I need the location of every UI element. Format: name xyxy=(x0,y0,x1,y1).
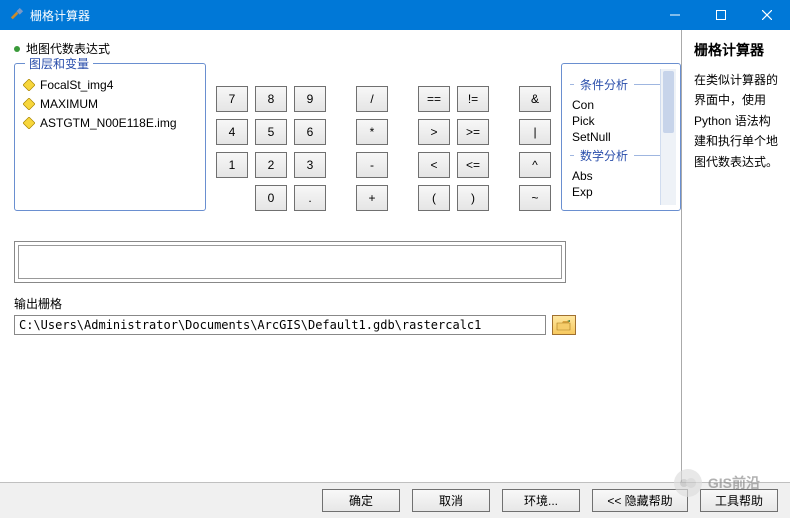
layer-item[interactable]: ASTGTM_N00E118E.img xyxy=(21,114,199,133)
tool-help-button[interactable]: 工具帮助 xyxy=(700,489,778,512)
expression-box xyxy=(14,241,566,283)
section-heading: 地图代数表达式 xyxy=(14,40,681,57)
key-7[interactable]: 7 xyxy=(216,86,248,112)
tool-category-title: 数学分析 xyxy=(580,147,628,164)
layers-list[interactable]: FocalSt_img4 MAXIMUM ASTGTM_N00E118E.img xyxy=(21,76,199,133)
bottom-bar: 确定 取消 环境... << 隐藏帮助 工具帮助 xyxy=(0,482,790,518)
layer-item[interactable]: FocalSt_img4 xyxy=(21,76,199,95)
title-bar: 栅格计算器 xyxy=(0,0,790,30)
bullet-icon xyxy=(14,46,20,52)
key-9[interactable]: 9 xyxy=(294,86,326,112)
raster-icon xyxy=(23,98,35,110)
environments-button[interactable]: 环境... xyxy=(502,489,580,512)
key-)[interactable]: ) xyxy=(457,185,489,211)
browse-button[interactable] xyxy=(552,315,576,335)
raster-icon xyxy=(23,117,35,129)
key-/[interactable]: / xyxy=(356,86,388,112)
output-label: 输出栅格 xyxy=(14,295,576,312)
key-*[interactable]: * xyxy=(356,119,388,145)
key-&[interactable]: & xyxy=(519,86,551,112)
help-body: 在类似计算器的界面中，使用 Python 语法构建和执行单个地图代数表达式。 xyxy=(694,70,780,172)
layer-name: MAXIMUM xyxy=(40,97,98,111)
key-!=[interactable]: != xyxy=(457,86,489,112)
hide-help-button[interactable]: << 隐藏帮助 xyxy=(592,489,688,512)
upper-row: 图层和变量 FocalSt_img4 MAXIMUM ASTGTM_N00E11… xyxy=(14,63,681,233)
key-5[interactable]: 5 xyxy=(255,119,287,145)
key-6[interactable]: 6 xyxy=(294,119,326,145)
key-<[interactable]: < xyxy=(418,152,450,178)
app-icon xyxy=(8,7,24,23)
key->=[interactable]: >= xyxy=(457,119,489,145)
ok-button[interactable]: 确定 xyxy=(322,489,400,512)
layer-name: FocalSt_img4 xyxy=(40,78,113,92)
help-title: 栅格计算器 xyxy=(694,40,780,60)
key-+[interactable]: + xyxy=(356,185,388,211)
pane-resizer[interactable] xyxy=(679,30,685,482)
key-|[interactable]: | xyxy=(519,119,551,145)
window-title: 栅格计算器 xyxy=(30,7,90,24)
maximize-button[interactable] xyxy=(698,0,744,30)
key-~[interactable]: ~ xyxy=(519,185,551,211)
window-controls xyxy=(652,0,790,30)
key-^[interactable]: ^ xyxy=(519,152,551,178)
output-row: 输出栅格 xyxy=(14,295,576,335)
key--[interactable]: - xyxy=(356,152,388,178)
key->[interactable]: > xyxy=(418,119,450,145)
output-path-input[interactable] xyxy=(14,315,546,335)
key-2[interactable]: 2 xyxy=(255,152,287,178)
key-3[interactable]: 3 xyxy=(294,152,326,178)
folder-icon xyxy=(556,319,572,332)
key-([interactable]: ( xyxy=(418,185,450,211)
cancel-button[interactable]: 取消 xyxy=(412,489,490,512)
minimize-button[interactable] xyxy=(652,0,698,30)
key-8[interactable]: 8 xyxy=(255,86,287,112)
layers-legend: 图层和变量 xyxy=(25,55,93,72)
key-1[interactable]: 1 xyxy=(216,152,248,178)
key-4[interactable]: 4 xyxy=(216,119,248,145)
layer-name: ASTGTM_N00E118E.img xyxy=(40,116,177,130)
help-pane: 栅格计算器 在类似计算器的界面中，使用 Python 语法构建和执行单个地图代数… xyxy=(681,30,790,482)
raster-icon xyxy=(23,79,35,91)
key-<=[interactable]: <= xyxy=(457,152,489,178)
left-pane: 地图代数表达式 图层和变量 FocalSt_img4 MAXIMUM xyxy=(0,30,681,482)
tools-scrollbar[interactable] xyxy=(660,69,676,205)
expression-input[interactable] xyxy=(18,245,562,279)
key-0[interactable]: 0 xyxy=(255,185,287,211)
calculator-keypad: 789 / == != & 456 * > >= | 123 - < <= ^ 0. + () ~ xyxy=(216,63,551,233)
tool-category-title: 条件分析 xyxy=(580,76,628,93)
layer-item[interactable]: MAXIMUM xyxy=(21,95,199,114)
close-button[interactable] xyxy=(744,0,790,30)
key-==[interactable]: == xyxy=(418,86,450,112)
tools-fieldset: 条件分析 Con Pick SetNull 数学分析 Abs Exp xyxy=(561,63,681,211)
key-.[interactable]: . xyxy=(294,185,326,211)
content-area: 地图代数表达式 图层和变量 FocalSt_img4 MAXIMUM xyxy=(0,30,790,482)
layers-fieldset: 图层和变量 FocalSt_img4 MAXIMUM ASTGTM_N00E11… xyxy=(14,63,206,211)
